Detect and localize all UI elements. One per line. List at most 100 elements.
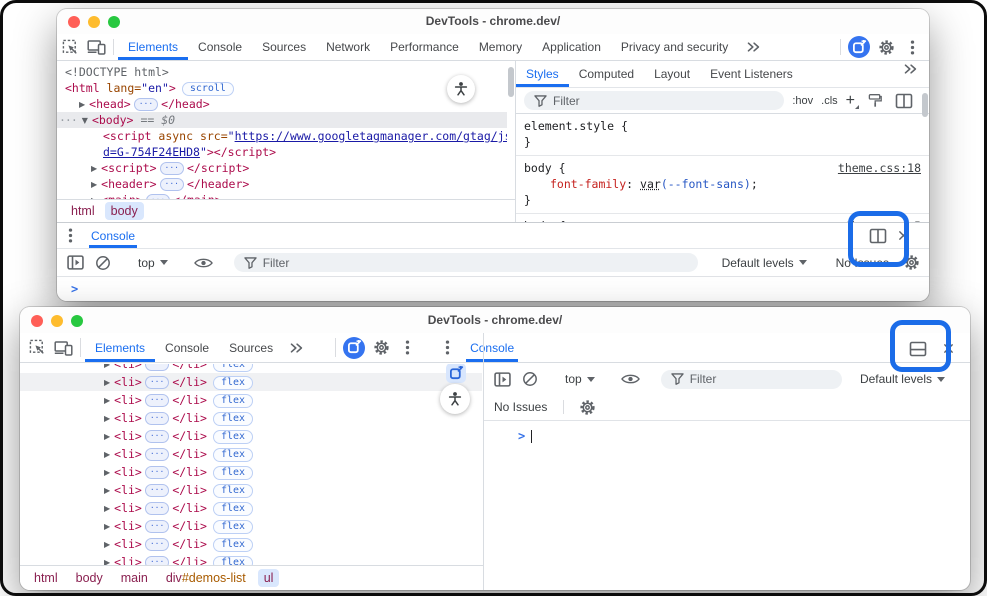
- dom-tree-line[interactable]: ▶<li>···</li>flex: [20, 364, 482, 373]
- collapsed-children-icon[interactable]: ···: [145, 520, 169, 533]
- expand-arrow-icon[interactable]: ▶: [104, 522, 110, 531]
- flex-badge[interactable]: flex: [213, 556, 253, 565]
- device-toolbar-icon[interactable]: [83, 34, 109, 60]
- close-button[interactable]: [31, 315, 43, 327]
- expand-arrow-icon[interactable]: ▶: [104, 540, 110, 549]
- console-settings-gear-icon[interactable]: [574, 399, 600, 416]
- expand-arrow-icon[interactable]: ▶: [104, 364, 110, 369]
- css-rule-body-18[interactable]: body {theme.css:18 font-family: var(--fo…: [516, 156, 929, 214]
- panel-divider[interactable]: [483, 333, 484, 590]
- collapsed-children-icon[interactable]: ···: [145, 466, 169, 479]
- tab-privacy-and-security[interactable]: Privacy and security: [611, 34, 738, 60]
- zoom-button[interactable]: [108, 16, 120, 28]
- flex-badge[interactable]: flex: [213, 394, 253, 408]
- pseudo-state-toggle[interactable]: :hov: [792, 95, 813, 107]
- zoom-button[interactable]: [71, 315, 83, 327]
- flex-badge[interactable]: flex: [213, 502, 253, 516]
- styles-tab-layout[interactable]: Layout: [644, 61, 700, 87]
- collapsed-children-icon[interactable]: ···: [134, 98, 158, 111]
- breadcrumb-item-html[interactable]: html: [28, 569, 64, 587]
- more-options-icon[interactable]: [394, 333, 420, 362]
- flex-badge[interactable]: flex: [213, 364, 253, 372]
- close-button[interactable]: [68, 16, 80, 28]
- minimize-button[interactable]: [88, 16, 100, 28]
- dom-tree-line[interactable]: ▶<li>···</li>flex: [20, 391, 482, 409]
- live-expression-eye-icon[interactable]: [618, 373, 644, 385]
- tab-sources[interactable]: Sources: [252, 34, 316, 60]
- collapsed-children-icon[interactable]: ···: [160, 178, 184, 191]
- clear-console-icon[interactable]: [518, 371, 542, 387]
- tab-application[interactable]: Application: [532, 34, 611, 60]
- dom-tree-line[interactable]: d=G-754F24EHD8"></script>: [57, 144, 507, 160]
- flex-badge[interactable]: flex: [213, 484, 253, 498]
- dom-tree-line[interactable]: ▶<li>···</li>flex: [20, 499, 482, 517]
- stylesheet-link[interactable]: theme.css:18: [838, 160, 921, 176]
- expand-arrow-icon[interactable]: ▶: [104, 486, 110, 495]
- collapsed-children-icon[interactable]: ···: [145, 412, 169, 425]
- dom-tree-line[interactable]: ▶<li>···</li>flex: [20, 427, 482, 445]
- more-options-icon[interactable]: [57, 223, 83, 248]
- tab-sources[interactable]: Sources: [219, 333, 283, 362]
- more-tabs-icon[interactable]: [283, 333, 309, 362]
- breadcrumb-item-body[interactable]: body: [70, 569, 109, 587]
- collapsed-children-icon[interactable]: ···: [160, 162, 184, 175]
- dom-tree-line[interactable]: <script async src="https://www.googletag…: [57, 128, 507, 144]
- styles-tab-event-listeners[interactable]: Event Listeners: [700, 61, 803, 87]
- expand-arrow-icon[interactable]: ▶: [91, 164, 97, 173]
- expand-arrow-icon[interactable]: ▶: [104, 468, 110, 477]
- breadcrumb-item-html[interactable]: html: [65, 202, 101, 220]
- styles-filter-input[interactable]: [553, 94, 774, 108]
- breadcrumb-item-div[interactable]: div#demos-list: [160, 569, 252, 587]
- dom-tree-line[interactable]: ▶<main>···</main>: [57, 192, 507, 199]
- dom-tree-line[interactable]: <!DOCTYPE html>: [57, 64, 507, 80]
- flex-badge[interactable]: flex: [213, 412, 253, 426]
- styles-tab-computed[interactable]: Computed: [569, 61, 644, 87]
- dom-tree-line[interactable]: ▶<li>···</li>flex: [20, 517, 482, 535]
- flex-badge[interactable]: flex: [213, 376, 253, 390]
- settings-gear-icon[interactable]: [368, 333, 394, 362]
- expand-arrow-icon[interactable]: ▶: [91, 180, 97, 189]
- css-rule-element-style[interactable]: element.style { }: [516, 114, 929, 156]
- settings-gear-icon[interactable]: [873, 34, 899, 60]
- dom-tree-line[interactable]: ▶<script>···</script>: [57, 160, 507, 176]
- new-style-rule-icon[interactable]: +: [846, 92, 855, 110]
- tab-network[interactable]: Network: [316, 34, 380, 60]
- dom-tree-line[interactable]: ▶<li>···</li>flex: [20, 535, 482, 553]
- context-selector[interactable]: top: [132, 256, 174, 270]
- clear-console-icon[interactable]: [91, 255, 115, 271]
- styles-filter[interactable]: [524, 91, 784, 110]
- expand-arrow-icon[interactable]: ▶: [104, 396, 110, 405]
- dom-tree-line[interactable]: ▶<li>···</li>flex: [20, 445, 482, 463]
- dom-tree-line[interactable]: ▶<li>···</li>flex: [20, 373, 482, 391]
- dom-tree-line[interactable]: ···▼<body>== $0: [57, 112, 507, 128]
- element-badge[interactable]: scroll: [182, 82, 234, 96]
- live-expression-eye-icon[interactable]: [191, 257, 217, 269]
- tab-console[interactable]: Console: [188, 34, 252, 60]
- titlebar[interactable]: DevTools - chrome.dev/: [57, 9, 929, 34]
- accessibility-icon[interactable]: [440, 384, 470, 414]
- tab-elements[interactable]: Elements: [85, 333, 155, 362]
- device-toolbar-icon[interactable]: [50, 333, 76, 362]
- scrollbar-thumb[interactable]: [922, 93, 928, 117]
- expand-arrow-icon[interactable]: ▶: [104, 378, 110, 387]
- tab-memory[interactable]: Memory: [469, 34, 532, 60]
- dom-tree-line[interactable]: ▶<header>···</header>: [57, 176, 507, 192]
- flex-badge[interactable]: flex: [213, 520, 253, 534]
- expand-arrow-icon[interactable]: ▼: [82, 116, 88, 125]
- more-options-icon[interactable]: [434, 333, 460, 362]
- dom-tree-line[interactable]: ▶<li>···</li>flex: [20, 409, 482, 427]
- dom-tree-line[interactable]: ▶<li>···</li>flex: [20, 553, 482, 565]
- expand-arrow-icon[interactable]: ▶: [104, 414, 110, 423]
- console-filter[interactable]: [661, 370, 842, 389]
- collapsed-children-icon[interactable]: ···: [145, 394, 169, 407]
- minimize-button[interactable]: [51, 315, 63, 327]
- log-levels-dropdown[interactable]: Default levels: [716, 256, 813, 270]
- collapsed-children-icon[interactable]: ···: [145, 556, 169, 565]
- element-picker-chip-icon[interactable]: [446, 364, 466, 383]
- breadcrumb-item-ul[interactable]: ul: [258, 569, 280, 587]
- console-prompt[interactable]: >: [484, 420, 970, 443]
- console-sidebar-icon[interactable]: [63, 255, 87, 270]
- expand-arrow-icon[interactable]: ▶: [104, 558, 110, 565]
- accessibility-icon[interactable]: [447, 75, 475, 103]
- more-options-icon[interactable]: [899, 34, 925, 60]
